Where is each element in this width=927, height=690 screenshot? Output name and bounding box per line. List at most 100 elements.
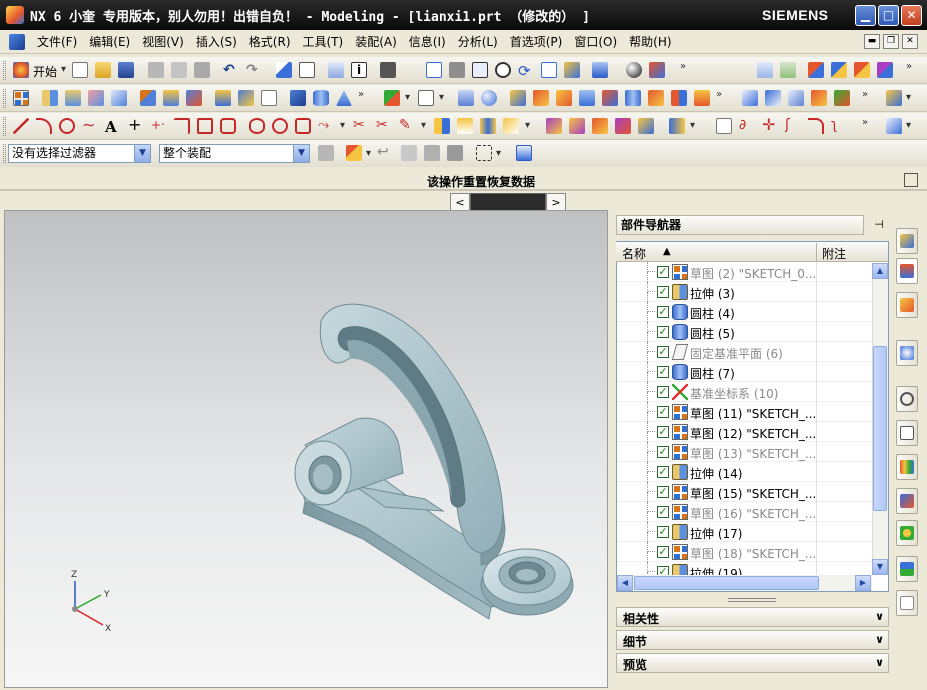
section-curve-icon[interactable] (480, 118, 496, 134)
visibility-checkbox[interactable]: ✓ (657, 506, 669, 518)
extrude-icon[interactable] (42, 90, 58, 106)
type-filter-select[interactable]: 没有选择过滤器 ▼ (8, 144, 151, 163)
column-divider[interactable] (816, 243, 817, 262)
sew-icon[interactable] (788, 90, 804, 106)
visibility-checkbox[interactable]: ✓ (657, 426, 669, 438)
shaded-view-icon[interactable] (592, 62, 608, 78)
ruled-surface-icon[interactable] (615, 118, 631, 134)
graphics-window[interactable]: Z Y X (4, 210, 608, 688)
bridge-curve-icon[interactable]: ⤳ (318, 118, 334, 134)
draft-icon[interactable] (556, 90, 572, 106)
tree-row[interactable]: ✓ 草图 (18) "SKETCH_... (617, 542, 872, 562)
menu-analysis[interactable]: 分析(L) (452, 33, 504, 50)
toolbar-options-icon[interactable]: ▾ (906, 92, 911, 103)
new-file-icon[interactable] (72, 62, 88, 78)
visibility-checkbox[interactable]: ✓ (657, 406, 669, 418)
menu-window[interactable]: 窗口(O) (568, 33, 623, 50)
start-dropdown-icon[interactable]: ▾ (61, 64, 66, 75)
section-details[interactable]: 细节 ∨ (616, 630, 889, 650)
select-chain-icon[interactable] (447, 145, 463, 161)
snap-dropdown-icon[interactable]: ▾ (366, 148, 371, 159)
block-icon[interactable] (290, 90, 306, 106)
surface-dropdown-icon[interactable]: ▾ (690, 120, 695, 131)
groove-icon[interactable] (261, 90, 277, 106)
visibility-checkbox[interactable]: ✓ (657, 266, 669, 278)
panel-splitter[interactable] (728, 598, 776, 602)
column-note-header[interactable]: 附注 (822, 245, 846, 262)
text-icon[interactable]: A (105, 118, 121, 136)
fillet-curve-icon[interactable] (174, 118, 190, 134)
tree-row[interactable]: ✓ 草图 (11) "SKETCH_... (617, 402, 872, 422)
doc-minimize-button[interactable]: ▬ (864, 34, 880, 49)
rotate-icon[interactable]: ⟳ (518, 62, 534, 80)
visibility-checkbox[interactable]: ✓ (657, 466, 669, 478)
tree-row[interactable]: ✓ 拉伸 (14) (617, 462, 872, 482)
scroll-right-icon[interactable]: ▶ (855, 575, 871, 591)
sweep-icon[interactable] (88, 90, 104, 106)
curve-dropdown-icon[interactable]: ▾ (340, 120, 345, 131)
undo-icon[interactable]: ↶ (223, 62, 239, 78)
chamfer-icon[interactable] (533, 90, 549, 106)
sketch-icon[interactable] (13, 90, 29, 106)
point-icon[interactable]: + (128, 117, 144, 134)
document-menu-icon[interactable] (9, 33, 25, 50)
cone-icon[interactable] (336, 90, 352, 106)
tree-row[interactable]: ✓ 圆柱 (5) (617, 322, 872, 342)
open-folder-icon[interactable] (95, 62, 111, 78)
toolbar-grip[interactable] (3, 61, 6, 80)
scroll-left-icon[interactable]: ◀ (617, 575, 633, 591)
wcs-origin-icon[interactable] (831, 62, 847, 78)
select-icon[interactable] (276, 62, 292, 78)
wcs-rotate-icon[interactable] (854, 62, 870, 78)
web-browser-tab[interactable] (896, 340, 918, 366)
surface-through-curves-icon[interactable] (546, 118, 562, 134)
menu-information[interactable]: 信息(I) (403, 33, 452, 50)
wcs-icon[interactable] (808, 62, 824, 78)
select-region-icon[interactable] (424, 145, 440, 161)
visibility-checkbox[interactable]: ✓ (657, 446, 669, 458)
thread-icon[interactable] (602, 90, 618, 106)
toolbar-overflow-icon[interactable]: » (862, 89, 868, 100)
selection-scope-select[interactable]: 整个装配 ▼ (159, 144, 310, 163)
derivative-icon[interactable]: ∂ (739, 118, 755, 134)
synchronous-icon[interactable] (886, 90, 902, 106)
filter-settings-icon[interactable] (318, 145, 334, 161)
rectangle-select-icon[interactable] (476, 145, 492, 161)
minimize-button[interactable]: ▁ (855, 5, 876, 26)
visibility-checkbox[interactable]: ✓ (657, 386, 669, 398)
slot-icon[interactable] (238, 90, 254, 106)
project-curve-icon[interactable] (434, 118, 450, 134)
reuse-library-tab[interactable] (896, 292, 918, 318)
tree-row[interactable]: ✓ 草图 (13) "SKETCH_... (617, 442, 872, 462)
orient-view-icon[interactable] (649, 62, 665, 78)
pan-icon[interactable] (541, 62, 557, 78)
datum-dropdown-icon[interactable]: ▾ (405, 92, 410, 103)
toolbar-grip[interactable] (3, 89, 6, 108)
menu-preferences[interactable]: 首选项(P) (504, 33, 569, 50)
offset-face-icon[interactable] (742, 90, 758, 106)
information-icon[interactable]: i (351, 62, 367, 78)
selection-priority-icon[interactable] (516, 145, 532, 161)
pocket-icon[interactable] (186, 90, 202, 106)
visibility-checkbox[interactable]: ✓ (657, 346, 669, 358)
toolbar-overflow-icon[interactable]: » (862, 117, 868, 128)
visibility-checkbox[interactable]: ✓ (657, 306, 669, 318)
save-icon[interactable] (118, 62, 134, 78)
process-studio-tab[interactable] (896, 454, 918, 480)
datum-plane-icon[interactable] (418, 90, 434, 106)
tree-row[interactable]: ✓ 草图 (12) "SKETCH_... (617, 422, 872, 442)
paste-icon[interactable] (194, 62, 210, 78)
visibility-checkbox[interactable]: ✓ (657, 286, 669, 298)
extract-icon[interactable] (834, 90, 850, 106)
menu-file[interactable]: 文件(F) (31, 33, 83, 50)
menu-view[interactable]: 视图(V) (136, 33, 190, 50)
perspective-icon[interactable] (564, 62, 580, 78)
nx-app-icon[interactable] (6, 6, 24, 24)
toolbar-overflow-icon[interactable]: » (906, 61, 912, 72)
system-scene-tab[interactable] (896, 556, 918, 582)
menu-help[interactable]: 帮助(H) (623, 33, 677, 50)
scale-body-icon[interactable] (765, 90, 781, 106)
select-all-icon[interactable] (401, 145, 417, 161)
menu-assembly[interactable]: 装配(A) (349, 33, 403, 50)
revolve-icon[interactable] (65, 90, 81, 106)
